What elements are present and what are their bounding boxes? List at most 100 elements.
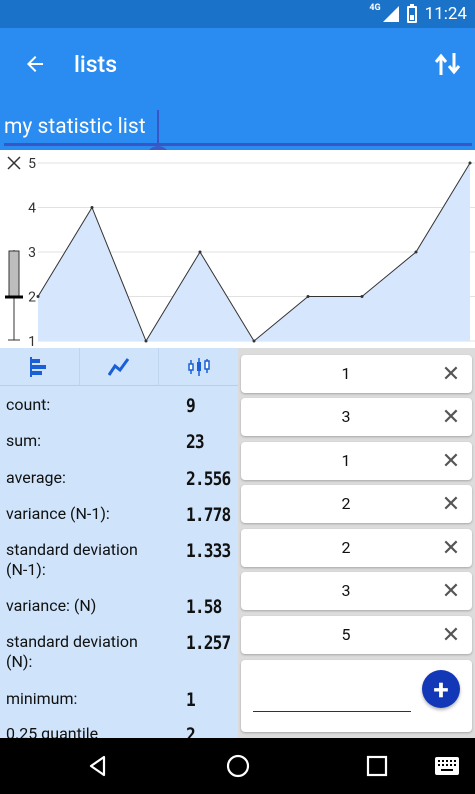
nav-back-button[interactable]: [68, 738, 128, 794]
data-point: [198, 250, 202, 254]
y-tick-label: 3: [28, 245, 36, 261]
list-item-value: 5: [341, 625, 351, 644]
range-box: [8, 250, 20, 298]
stat-row-variance-n1: variance (N-1): 1.778: [0, 504, 238, 526]
stat-row-count: count: 9: [0, 395, 238, 417]
close-icon: ✕: [441, 622, 461, 648]
values-list: 1 ✕ 3 ✕ 1 ✕ 2 ✕ 2 ✕ 3 ✕ 5 ✕ +: [238, 348, 475, 738]
delete-button[interactable]: ✕: [434, 487, 468, 521]
network-type: 4G: [369, 3, 381, 13]
data-point: [36, 295, 40, 298]
y-tick-label: 2: [28, 290, 36, 306]
back-button[interactable]: [0, 28, 70, 100]
delete-button[interactable]: ✕: [434, 357, 468, 391]
list-item[interactable]: 2 ✕: [241, 485, 472, 523]
tab-line-chart[interactable]: [80, 348, 160, 385]
y-tick-label: 1: [28, 334, 36, 348]
close-icon: ✕: [441, 361, 461, 387]
statistics-panel: count: 9 sum: 23 average: 2.556 variance…: [0, 348, 238, 738]
stat-row-minimum: minimum: 1: [0, 689, 238, 711]
stat-label: sum:: [6, 431, 41, 450]
chart: 1 2 3 4 5: [0, 150, 475, 348]
stat-row-stddev-n1: standard deviation (N-1): 1.333: [0, 540, 238, 580]
stat-label: count:: [6, 395, 51, 414]
data-point: [90, 206, 94, 209]
stat-value: 1.778: [186, 504, 231, 526]
stat-label: average:: [6, 468, 66, 487]
close-icon: [7, 156, 21, 170]
list-item[interactable]: 1 ✕: [241, 355, 472, 393]
list-name-area: [0, 100, 475, 170]
list-item-value: 3: [341, 581, 351, 600]
stat-value: 23: [186, 431, 205, 453]
list-item-value: 2: [341, 494, 351, 513]
y-tick-label: 5: [28, 156, 36, 172]
close-icon: ✕: [441, 404, 461, 430]
line-chart-icon: [108, 357, 130, 376]
stat-row-average: average: 2.556: [0, 468, 238, 490]
delete-button[interactable]: ✕: [434, 531, 468, 565]
lower-panel: count: 9 sum: 23 average: 2.556 variance…: [0, 348, 475, 738]
stat-value: 1.333: [186, 540, 231, 562]
data-point: [468, 161, 472, 165]
delete-button[interactable]: ✕: [434, 444, 468, 478]
list-item[interactable]: 1 ✕: [241, 442, 472, 480]
close-icon: ✕: [441, 491, 461, 517]
candlestick-icon: [187, 357, 210, 376]
data-point: [252, 339, 256, 343]
stat-row-stddev-n: standard deviation (N): 1.257: [0, 632, 238, 672]
data-point: [414, 250, 418, 254]
data-point: [360, 295, 364, 298]
y-tick-label: 4: [28, 201, 36, 217]
stat-value: 1.257: [186, 632, 231, 654]
delete-button[interactable]: ✕: [434, 618, 468, 652]
stat-label: variance (N-1):: [6, 504, 110, 523]
stat-label: minimum:: [6, 689, 78, 708]
sort-arrows-icon: [434, 53, 461, 75]
delete-button[interactable]: ✕: [434, 400, 468, 434]
list-item[interactable]: 3 ✕: [241, 572, 472, 610]
nav-home-button[interactable]: [208, 738, 268, 794]
bar-chart-icon: [30, 356, 47, 377]
stat-label: standard deviation (N-1):: [6, 540, 138, 579]
close-icon: ✕: [441, 448, 461, 474]
stat-row-sum: sum: 23: [0, 431, 238, 453]
list-item-value: 1: [341, 451, 351, 470]
list-item-value: 3: [341, 407, 351, 426]
square-recents-icon: [366, 755, 388, 777]
status-bar: 4G 11:24: [0, 0, 475, 28]
battery-icon: [406, 3, 417, 23]
close-icon: ✕: [441, 578, 461, 604]
stat-value: 2: [186, 724, 196, 738]
new-value-input[interactable]: [253, 680, 411, 712]
close-icon: ✕: [441, 535, 461, 561]
stats-tab-bar: [0, 348, 238, 386]
list-item[interactable]: 5 ✕: [241, 616, 472, 654]
triangle-back-icon: [89, 755, 106, 777]
tab-candlestick[interactable]: [159, 348, 238, 385]
nav-recents-button[interactable]: [347, 738, 407, 794]
list-item-value: 1: [341, 364, 351, 383]
add-value-box: +: [241, 660, 472, 732]
list-item[interactable]: 3 ✕: [241, 398, 472, 436]
circle-home-icon: [226, 754, 250, 778]
app-bar: lists: [0, 28, 475, 100]
arrow-left-icon: [27, 56, 43, 72]
sort-button[interactable]: [433, 28, 463, 100]
add-button[interactable]: +: [422, 670, 460, 708]
stat-value: 9: [186, 395, 196, 417]
nav-keyboard-button[interactable]: [423, 738, 471, 794]
page-title: lists: [74, 50, 118, 78]
stat-row-quantile-025: 0.25 quantile 2: [0, 724, 238, 738]
stat-value: 1: [186, 689, 196, 711]
status-time: 11:24: [424, 4, 467, 24]
tab-bar-chart[interactable]: [0, 348, 80, 385]
keyboard-icon: [435, 757, 459, 775]
stat-value: 1.58: [186, 596, 222, 618]
list-name-input[interactable]: [4, 112, 470, 142]
stat-label: standard deviation (N):: [6, 632, 138, 671]
data-point: [306, 295, 310, 298]
delete-button[interactable]: ✕: [434, 574, 468, 608]
list-item[interactable]: 2 ✕: [241, 529, 472, 567]
signal-icon: [382, 6, 399, 22]
